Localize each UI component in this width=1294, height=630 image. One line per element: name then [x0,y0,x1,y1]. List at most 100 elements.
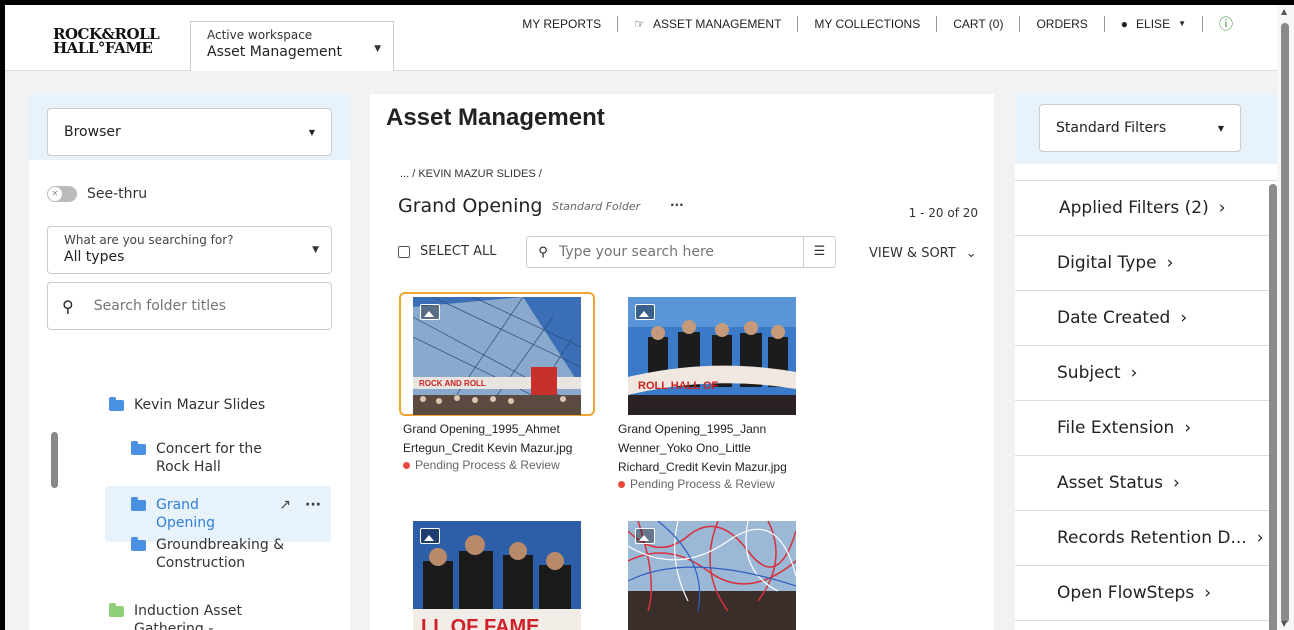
asset-card[interactable]: ROLL HALL OF Grand Opening_1995_Jann Wen… [614,292,810,491]
asset-thumbnail-frame[interactable] [614,516,810,630]
more-icon[interactable]: ··· [670,198,684,212]
tree-folder-grand-opening[interactable]: Grand Opening ↗ ··· [105,486,331,542]
caret-down-icon: ▼ [1178,19,1186,28]
filter-digital-type[interactable]: Digital Type › [1015,236,1277,291]
asset-name[interactable]: Grand Opening_1995_Jann Wenner_Yoko Ono_… [614,420,810,477]
nav-label: MY COLLECTIONS [814,17,921,31]
select-all-checkbox[interactable] [398,245,410,258]
folder-search-input[interactable] [93,298,294,314]
status-dot-icon [618,480,625,488]
asset-thumbnail-frame[interactable]: ROCK AND ROLL [399,292,595,416]
folder-icon [131,441,146,455]
browser-panel: Browser ▼ ✕ See-thru What are you search… [29,94,350,630]
logo[interactable]: ROCK&ROLL HALL°FAME [53,27,160,57]
workspace-selector[interactable]: Active workspace Asset Management ▼ [190,21,394,71]
browser-panel-top: Browser ▼ [29,94,350,160]
more-icon[interactable]: ··· [305,496,321,514]
asset-search-input[interactable] [559,244,803,260]
tree-folder-kevin-mazur-slides[interactable]: Kevin Mazur Slides [109,396,265,414]
filter-file-extension[interactable]: File Extension › [1015,401,1277,456]
search-icon: ⚲ [62,296,74,316]
filters-scrollbar[interactable] [1269,170,1277,630]
folder-icon [109,397,124,411]
filter-label: Date Created [1057,308,1171,328]
filter-settings-icon[interactable]: ☰ [803,237,835,267]
asset-thumbnail [628,521,796,630]
filter-subject[interactable]: Subject › [1015,346,1277,401]
scrollbar-thumb[interactable] [1281,23,1289,623]
nav-asset-management[interactable]: ☞ ASSET MANAGEMENT [617,16,797,32]
image-icon [635,528,655,544]
chevron-right-icon: › [1173,473,1180,493]
scroll-up-icon[interactable]: ▲ [1281,7,1287,16]
filter-date-created[interactable]: Date Created › [1015,291,1277,346]
status-label: Pending Process & Review [630,477,775,491]
caret-down-icon: ▼ [312,245,319,255]
result-count: 1 - 20 of 20 [908,206,978,220]
asset-thumbnail: ROLL HALL OF [628,297,796,415]
asset-card[interactable]: ROCK AND ROLL Grand Opening_1995_Ahmet E… [399,292,595,472]
logo-line-2: HALL°FAME [53,39,153,57]
tree-label: Groundbreaking & Construction [156,537,285,571]
tree-label: Grand Opening [156,497,216,531]
asset-thumbnail-frame[interactable]: LL OF FAME [399,516,595,630]
breadcrumb[interactable]: ... / KEVIN MAZUR SLIDES / [400,168,542,180]
nav-orders[interactable]: ORDERS [1019,16,1103,32]
filter-label: File Extension [1057,418,1175,438]
app-window: ROCK&ROLL HALL°FAME Active workspace Ass… [5,5,1294,630]
nav-label: ELISE [1136,17,1171,31]
see-thru-toggle[interactable]: ✕ [47,186,77,202]
filter-open-flowsteps[interactable]: Open FlowSteps › [1015,566,1277,621]
nav-user-menu[interactable]: ● ELISE ▼ [1103,16,1202,32]
standard-filters-select[interactable]: Standard Filters ▼ [1039,104,1241,152]
filter-records-retention[interactable]: Records Retention D... › [1015,511,1277,566]
filter-asset-status[interactable]: Asset Status › [1015,456,1277,511]
view-sort-button[interactable]: VIEW & SORT ⌄ [869,246,977,261]
filter-applied[interactable]: Applied Filters (2) › [1015,181,1277,236]
image-icon [420,304,440,320]
page-scrollbar[interactable]: ▲ ▼ [1277,5,1294,630]
status-dot-icon [403,461,410,469]
asset-card[interactable] [614,516,810,630]
asset-card[interactable]: LL OF FAME [399,516,595,630]
tree-folder-groundbreaking[interactable]: Groundbreaking & Construction [131,536,301,572]
asset-status: Pending Process & Review [614,477,810,491]
image-icon [635,304,655,320]
workspace-label: Active workspace [207,28,313,42]
nav-my-collections[interactable]: MY COLLECTIONS [797,16,936,32]
status-label: Pending Process & Review [415,458,560,472]
type-select[interactable]: What are you searching for? All types ▼ [47,226,332,274]
standard-filters-value: Standard Filters [1056,120,1167,136]
nav-label: CART (0) [953,17,1004,31]
select-all[interactable]: SELECT ALL [398,244,496,259]
hand-pointer-icon: ☞ [634,17,645,31]
scrollbar-thumb[interactable] [1269,184,1277,630]
tree-folder-concert[interactable]: Concert for the Rock Hall [131,440,281,476]
nav-info[interactable]: ⓘ [1202,16,1249,32]
tree-label: Concert for the Rock Hall [156,441,262,475]
folder-type: Standard Folder [552,200,641,213]
nav-label: ORDERS [1036,17,1088,31]
folder-title: Grand Opening [398,195,543,217]
close-icon: ✕ [48,187,62,201]
external-link-icon[interactable]: ↗ [279,496,291,514]
nav-my-reports[interactable]: MY REPORTS [506,16,617,32]
tree-label: Kevin Mazur Slides [134,397,266,413]
svg-text:ROCK AND ROLL: ROCK AND ROLL [419,379,486,388]
asset-name[interactable]: Grand Opening_1995_Ahmet Ertegun_Credit … [399,420,595,458]
nav-cart[interactable]: CART (0) [936,16,1019,32]
scroll-down-icon[interactable]: ▼ [1281,619,1287,628]
chevron-right-icon: › [1204,583,1211,603]
browser-select[interactable]: Browser ▼ [47,108,332,156]
search-icon: ⚲ [538,244,548,260]
tree-scrollbar[interactable] [51,432,58,488]
top-navigation: MY REPORTS ☞ ASSET MANAGEMENT MY COLLECTI… [506,16,1249,32]
caret-down-icon: ▼ [374,44,381,54]
user-icon: ● [1120,17,1129,31]
chevron-right-icon: › [1184,418,1192,438]
filter-label: Asset Status [1057,473,1164,493]
chevron-down-icon: ⌄ [965,246,977,261]
asset-thumbnail: LL OF FAME [413,521,581,630]
asset-thumbnail-frame[interactable]: ROLL HALL OF [614,292,810,416]
tree-folder-induction[interactable]: Induction Asset Gathering - Marketing [109,602,269,630]
